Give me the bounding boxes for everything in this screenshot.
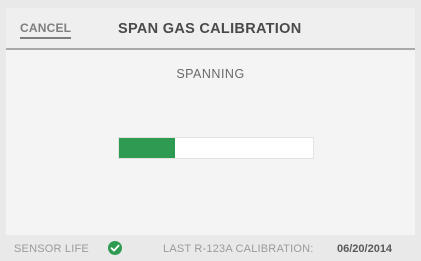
status-text: SPANNING xyxy=(176,67,245,81)
cancel-button[interactable]: CANCEL xyxy=(20,21,72,39)
progress-bar xyxy=(118,137,314,159)
check-circle-icon xyxy=(108,241,122,255)
page-title: SPAN GAS CALIBRATION xyxy=(118,21,302,37)
progress-fill xyxy=(119,138,176,158)
status-footer: SENSOR LIFE LAST R-123A CALIBRATION: 06/… xyxy=(6,240,415,260)
sensor-life-label: SENSOR LIFE xyxy=(14,243,89,255)
calibration-date: 06/20/2014 xyxy=(337,243,393,255)
calibration-label: LAST R-123A CALIBRATION: xyxy=(163,243,314,255)
main-panel: SPANNING xyxy=(6,50,415,235)
header-bar: CANCEL SPAN GAS CALIBRATION xyxy=(6,8,415,50)
device-screen: CANCEL SPAN GAS CALIBRATION SPANNING SEN… xyxy=(0,0,421,261)
